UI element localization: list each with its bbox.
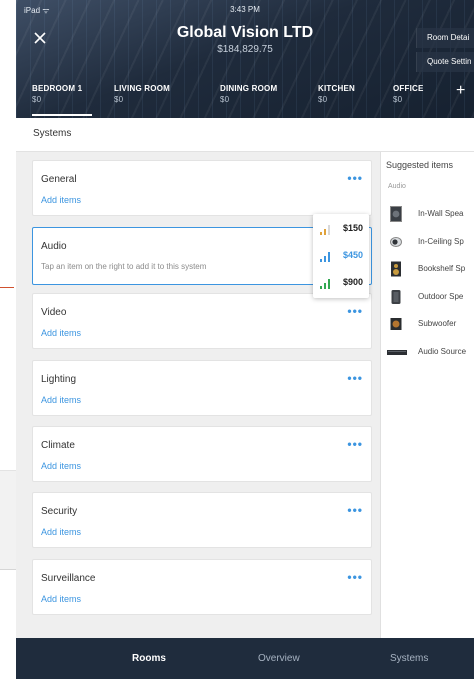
suggested-items-title: Suggested items [386, 160, 454, 170]
more-options-button[interactable]: ••• [347, 570, 363, 584]
add-room-button[interactable]: + [456, 82, 474, 100]
tab-office[interactable]: OFFICE $0 [393, 84, 424, 104]
tab-kitchen[interactable]: KITCHEN $0 [318, 84, 355, 104]
signal-bars-low-icon [320, 225, 330, 235]
add-items-link[interactable]: Add items [41, 461, 81, 471]
suggested-item-label: In-Ceiling Sp [418, 237, 464, 246]
tier-price: $900 [342, 277, 363, 287]
system-title: Security [41, 506, 78, 517]
main-content: Systems General ••• Add items Audio Tap … [16, 118, 474, 638]
tab-label: BEDROOM 1 [32, 84, 83, 93]
system-title: Lighting [41, 374, 77, 385]
tab-dining-room[interactable]: DINING ROOM $0 [220, 84, 277, 104]
tab-cost: $0 [393, 95, 403, 104]
tab-label: KITCHEN [318, 84, 355, 93]
quote-settings-button[interactable]: Quote Settin [416, 52, 474, 72]
subwoofer-icon [390, 318, 402, 330]
nav-rooms[interactable]: Rooms [132, 653, 166, 664]
tab-label: LIVING ROOM [114, 84, 170, 93]
more-options-button[interactable]: ••• [347, 503, 363, 517]
more-options-button[interactable]: ••• [347, 437, 363, 451]
status-time: 3:43 PM [230, 5, 260, 14]
bottom-nav: Rooms Overview Systems [16, 638, 474, 679]
suggested-item-label: Bookshelf Sp [418, 264, 466, 273]
outdoor-speaker-icon [391, 290, 401, 304]
bookshelf-speaker-icon [391, 261, 401, 277]
suggested-category: Audio [388, 183, 406, 190]
more-options-button[interactable]: ••• [347, 304, 363, 318]
tab-bedroom-1[interactable]: BEDROOM 1 $0 [32, 84, 93, 116]
suggested-item[interactable]: Bookshelf Sp [381, 258, 474, 280]
suggested-item[interactable]: In-Wall Spea [381, 203, 474, 225]
tier-price: $150 [342, 223, 363, 233]
add-items-link[interactable]: Add items [41, 594, 81, 604]
room-tabs: BEDROOM 1 $0 LIVING ROOM $0 DINING ROOM … [16, 80, 474, 118]
signal-bars-high-icon [320, 279, 330, 289]
tab-cost: $0 [32, 95, 42, 104]
price-tier-option[interactable]: $450 [313, 243, 369, 269]
system-title: Climate [41, 440, 75, 451]
signal-bars-mid-icon [320, 252, 330, 262]
company-name: Global Vision LTD [176, 24, 314, 41]
suggested-item[interactable]: Subwoofer [381, 313, 474, 335]
price-tier-option[interactable]: $150 [313, 216, 369, 242]
tier-price: $450 [342, 250, 363, 260]
system-title: Audio [41, 241, 67, 252]
suggested-items-panel: Suggested items Audio In-Wall Spea In-Ce… [380, 152, 474, 638]
system-card-security[interactable]: Security ••• Add items [32, 492, 372, 548]
add-items-link[interactable]: Add items [41, 195, 81, 205]
in-wall-speaker-icon [390, 206, 402, 222]
tab-label: DINING ROOM [220, 84, 278, 93]
nav-overview[interactable]: Overview [258, 653, 300, 664]
system-card-lighting[interactable]: Lighting ••• Add items [32, 360, 372, 416]
suggested-item-label: Audio Source [418, 347, 467, 356]
suggested-item[interactable]: Audio Source [381, 341, 474, 363]
system-title: Surveillance [41, 573, 96, 584]
nav-systems[interactable]: Systems [390, 653, 428, 664]
system-card-video[interactable]: Video ••• Add items [32, 293, 372, 349]
more-options-button[interactable]: ••• [347, 371, 363, 385]
background-accent-line [0, 287, 14, 288]
room-details-button[interactable]: Room Detai [416, 28, 474, 48]
system-card-surveillance[interactable]: Surveillance ••• Add items [32, 559, 372, 615]
tab-label: OFFICE [393, 84, 424, 93]
system-card-general[interactable]: General ••• Add items [32, 160, 372, 216]
add-items-link[interactable]: Add items [41, 395, 81, 405]
suggested-item-label: In-Wall Spea [418, 209, 464, 218]
in-ceiling-speaker-icon [390, 237, 402, 247]
suggested-item-label: Outdoor Spe [418, 292, 464, 301]
header: iPad ᯤ 3:43 PM Global Vision LTD $184,82… [16, 0, 474, 118]
systems-bar: Systems [16, 118, 474, 152]
systems-title: Systems [33, 128, 72, 139]
system-title: General [41, 174, 77, 185]
audio-source-icon [387, 350, 407, 355]
status-bar: iPad ᯤ 3:43 PM [16, 5, 474, 17]
system-hint: Tap an item on the right to add it to th… [41, 262, 207, 271]
app-window: iPad ᯤ 3:43 PM Global Vision LTD $184,82… [16, 0, 474, 679]
suggested-item[interactable]: Outdoor Spe [381, 286, 474, 308]
tab-cost: $0 [220, 95, 230, 104]
system-card-climate[interactable]: Climate ••• Add items [32, 426, 372, 482]
suggested-item[interactable]: In-Ceiling Sp [381, 231, 474, 253]
price-tier-popover: $150 $450 $900 [313, 214, 369, 298]
tab-living-room[interactable]: LIVING ROOM $0 [114, 84, 170, 104]
more-options-button[interactable]: ••• [347, 171, 363, 185]
tab-cost: $0 [318, 95, 328, 104]
price-tier-option[interactable]: $900 [313, 270, 369, 296]
quote-total: $184,829.75 [217, 44, 273, 55]
system-title: Video [41, 307, 67, 318]
tab-cost: $0 [114, 95, 124, 104]
add-items-link[interactable]: Add items [41, 527, 81, 537]
suggested-item-label: Subwoofer [418, 319, 457, 328]
add-items-link[interactable]: Add items [41, 328, 81, 338]
